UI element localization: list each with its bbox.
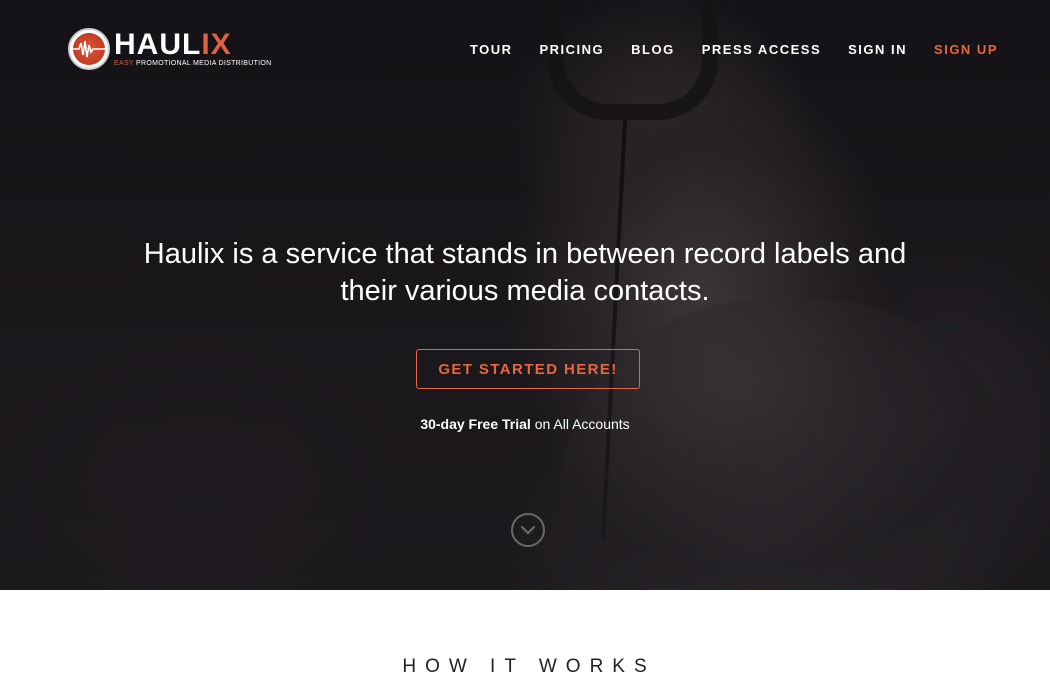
hero-background-figure <box>560 300 1020 590</box>
nav-link-sign-up[interactable]: SIGN UP <box>934 42 998 57</box>
trial-note-rest: on All Accounts <box>530 416 630 432</box>
main-menu: TOUR PRICING BLOG PRESS ACCESS SIGN IN S… <box>443 42 998 57</box>
nav-link-press-access[interactable]: PRESS ACCESS <box>702 42 821 57</box>
nav-link-tour[interactable]: TOUR <box>470 42 513 57</box>
nav-link-pricing[interactable]: PRICING <box>540 42 605 57</box>
logo-name-main: HAUL <box>114 28 202 61</box>
logo-wordmark: HAULIX EASY PROMOTIONAL MEDIA DISTRIBUTI… <box>114 28 272 68</box>
nav-link-sign-in[interactable]: SIGN IN <box>848 42 907 57</box>
logo-waveform-icon <box>68 28 110 70</box>
trial-note-strong: 30-day Free Trial <box>420 416 531 432</box>
chevron-down-circle-icon[interactable] <box>511 513 545 547</box>
trial-note: 30-day Free Trial on All Accounts <box>0 416 1050 432</box>
how-it-works-title: HOW IT WORKS <box>402 656 656 677</box>
logo-tagline-accent: EASY <box>114 60 134 67</box>
haulix-logo[interactable]: HAULIX EASY PROMOTIONAL MEDIA DISTRIBUTI… <box>68 28 272 70</box>
top-navigation: HAULIX EASY PROMOTIONAL MEDIA DISTRIBUTI… <box>0 0 1050 100</box>
logo-tagline: PROMOTIONAL MEDIA DISTRIBUTION <box>133 60 272 67</box>
hero-section: HAULIX EASY PROMOTIONAL MEDIA DISTRIBUTI… <box>0 0 1050 590</box>
nav-link-blog[interactable]: BLOG <box>631 42 675 57</box>
get-started-button[interactable]: GET STARTED HERE! <box>416 349 640 389</box>
logo-name-accent: IX <box>201 28 232 61</box>
how-it-works-section: HOW IT WORKS <box>0 590 1050 700</box>
hero-headline: Haulix is a service that stands in betwe… <box>143 238 907 307</box>
